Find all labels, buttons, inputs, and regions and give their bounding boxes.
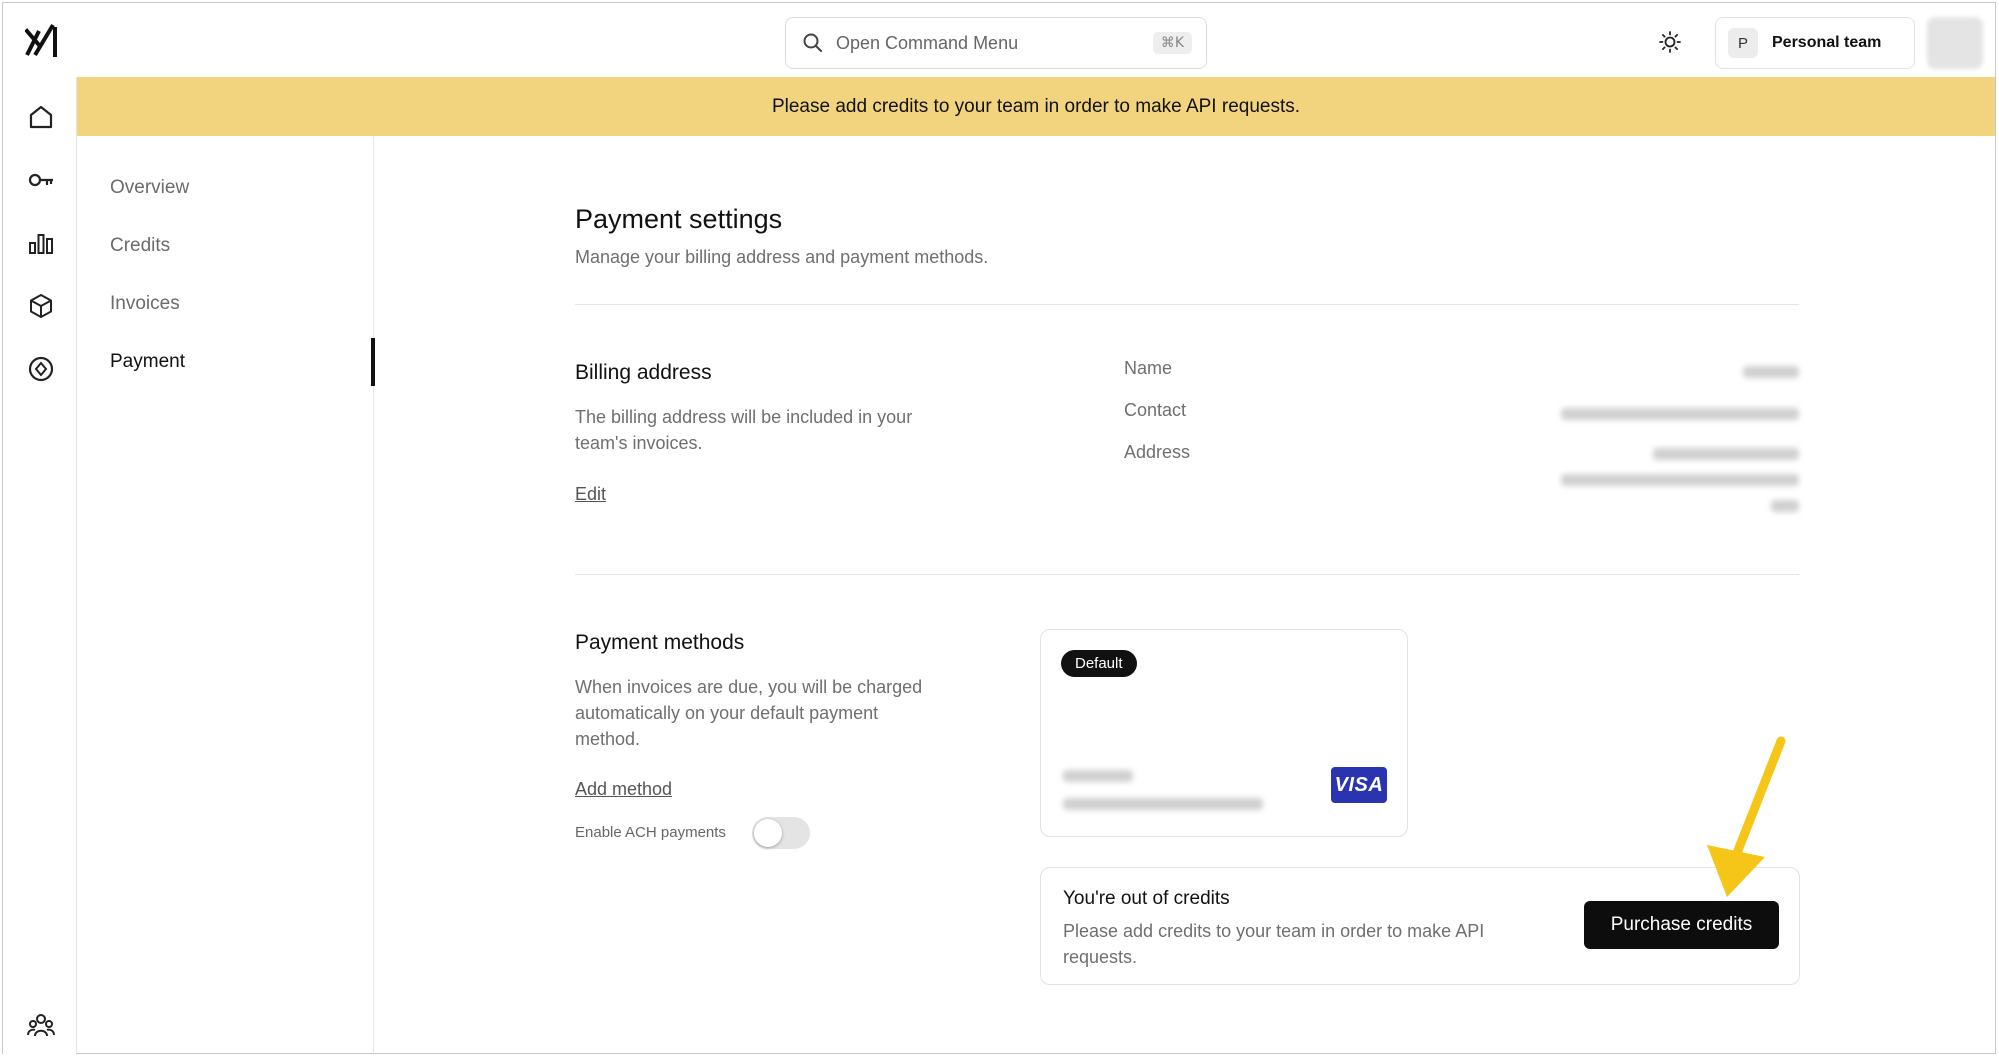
billing-address-description: The billing address will be included in …: [575, 407, 913, 453]
billing-address-title: Billing address: [575, 361, 712, 384]
shortcut-hint: ⌘K: [1152, 32, 1192, 54]
subnav-item-overview[interactable]: Overview: [110, 177, 189, 199]
team-icon[interactable]: [27, 1011, 55, 1039]
billing-address-line2-redacted: [1561, 474, 1799, 486]
billing-contact-label: Contact: [1124, 400, 1187, 420]
annotation-arrow-icon: [1707, 736, 1786, 897]
page-title: Payment settings: [575, 204, 783, 234]
payment-card[interactable]: Default VISA: [1040, 629, 1408, 837]
ach-payments-label: Enable ACH payments: [575, 824, 726, 841]
home-icon[interactable]: [27, 103, 55, 131]
subnav-item-credits[interactable]: Credits: [110, 235, 170, 257]
main-content: Payment settings Manage your billing add…: [375, 136, 1995, 1055]
team-switcher[interactable]: P Personal team: [1715, 17, 1915, 69]
billing-name-label: Name: [1124, 358, 1173, 378]
billing-address-label: Address: [1124, 442, 1191, 462]
billing-name-value-redacted: [1743, 366, 1799, 378]
edit-billing-link[interactable]: Edit: [575, 484, 606, 505]
search-icon: [803, 33, 822, 52]
sun-icon[interactable]: [1659, 31, 1681, 53]
app-window: Open Command Menu ⌘K P Personal team Ple…: [2, 2, 1996, 1055]
billing-address-line3-redacted: [1771, 500, 1799, 512]
add-method-link[interactable]: Add method: [575, 779, 672, 800]
billing-contact-value-redacted: [1561, 408, 1799, 420]
alert-description: Please add credits to your team in order…: [1063, 921, 1485, 967]
billing-subnav: Overview Credits Invoices Payment: [77, 136, 375, 1055]
out-of-credits-alert: You're out of credits Please add credits…: [1040, 867, 1800, 985]
subnav-item-payment[interactable]: Payment: [110, 351, 185, 373]
subnav-item-invoices[interactable]: Invoices: [110, 293, 180, 315]
cube-icon[interactable]: [27, 292, 55, 320]
command-menu-search[interactable]: Open Command Menu ⌘K: [785, 17, 1207, 69]
page-subtitle: Manage your billing address and payment …: [575, 247, 989, 267]
section-divider: [575, 304, 1799, 305]
bar-chart-icon[interactable]: [27, 229, 55, 257]
top-bar: Open Command Menu ⌘K P Personal team: [3, 3, 1995, 77]
compass-icon[interactable]: [27, 355, 55, 383]
key-icon[interactable]: [27, 166, 55, 194]
card-details-redacted: [1063, 798, 1263, 810]
section-divider: [575, 574, 1799, 575]
purchase-credits-button[interactable]: Purchase credits: [1584, 901, 1779, 949]
toggle-knob: [754, 819, 782, 847]
credits-warning-banner: Please add credits to your team in order…: [77, 77, 1995, 136]
default-badge: Default: [1061, 650, 1137, 677]
team-avatar: P: [1728, 28, 1758, 58]
card-number-redacted: [1063, 770, 1133, 782]
payment-methods-description: When invoices are due, you will be charg…: [575, 677, 923, 749]
xai-logo-icon[interactable]: [25, 21, 61, 59]
billing-address-line1-redacted: [1653, 448, 1799, 460]
user-avatar[interactable]: [1927, 17, 1983, 69]
payment-methods-title: Payment methods: [575, 631, 745, 654]
icon-rail: [3, 77, 77, 1055]
alert-title: You're out of credits: [1063, 888, 1230, 909]
visa-logo-icon: VISA: [1331, 767, 1387, 803]
banner-text: Please add credits to your team in order…: [771, 95, 1301, 117]
search-placeholder: Open Command Menu: [836, 32, 1019, 53]
team-name: Personal team: [1772, 34, 1882, 51]
ach-payments-toggle[interactable]: [752, 817, 810, 849]
